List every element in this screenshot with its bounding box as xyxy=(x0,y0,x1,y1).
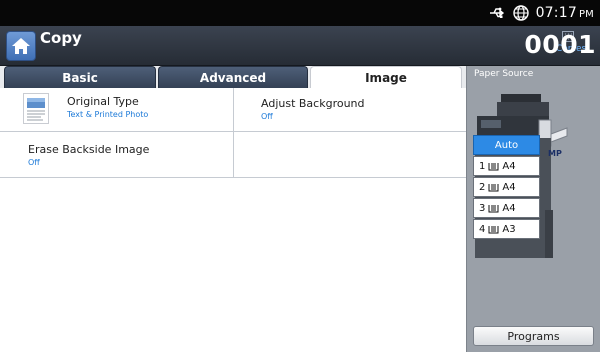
erase-backside-option[interactable]: Erase Backside Image Off xyxy=(0,132,234,178)
tray-2[interactable]: 2 A4 xyxy=(473,177,540,197)
adjust-background-option[interactable]: Adjust Background Off xyxy=(234,88,466,132)
tray-2-number: 2 xyxy=(479,181,486,193)
image-options-panel: Original Type Text & Printed Photo Adjus… xyxy=(0,88,466,352)
tray-3-number: 3 xyxy=(479,202,486,214)
network-globe-icon xyxy=(512,5,529,21)
tray-1[interactable]: 1 A4 xyxy=(473,156,540,176)
tray-1-number: 1 xyxy=(479,160,486,172)
mp-tray-badge: MP xyxy=(548,149,562,158)
paper-source-title: Paper Source xyxy=(474,69,534,79)
paper-source-panel: Paper Source MP Auto 1 A4 2 A4 3 A4 4 A3… xyxy=(466,66,600,352)
tab-advanced[interactable]: Advanced xyxy=(158,66,308,88)
title-bar: Copy Copies: 0001 xyxy=(0,26,600,66)
paper-tray-icon xyxy=(488,183,499,191)
tray-auto[interactable]: Auto xyxy=(473,135,540,155)
erase-backside-value: Off xyxy=(28,158,40,167)
tray-list: Auto 1 A4 2 A4 3 A4 4 A3 xyxy=(473,135,541,239)
original-type-option[interactable]: Original Type Text & Printed Photo xyxy=(0,88,234,132)
tray-4-number: 4 xyxy=(479,223,486,235)
paper-tray-icon xyxy=(488,162,499,170)
erase-backside-label: Erase Backside Image xyxy=(28,143,150,156)
page-title: Copy xyxy=(40,29,82,47)
original-type-label: Original Type xyxy=(67,95,139,108)
home-icon xyxy=(12,38,30,54)
tab-image[interactable]: Image xyxy=(310,66,462,88)
usb-icon xyxy=(489,7,504,18)
adjust-background-label: Adjust Background xyxy=(261,97,365,110)
clock-ampm: PM xyxy=(578,9,594,20)
tray-3-size: A4 xyxy=(502,202,516,214)
paper-tray-icon xyxy=(488,225,499,233)
tray-auto-label: Auto xyxy=(494,139,519,151)
tab-basic[interactable]: Basic xyxy=(4,66,156,88)
programs-button[interactable]: Programs xyxy=(473,326,594,346)
empty-option-cell xyxy=(234,132,466,178)
tray-2-size: A4 xyxy=(502,181,516,193)
clock-time: 07:17 xyxy=(535,5,577,21)
tray-4[interactable]: 4 A3 xyxy=(473,219,540,239)
status-bar: 07:17 PM xyxy=(0,0,600,26)
clock: 07:17 PM xyxy=(536,5,594,21)
copies-value[interactable]: 0001 xyxy=(524,30,596,59)
adjust-background-value: Off xyxy=(261,112,273,121)
tray-3[interactable]: 3 A4 xyxy=(473,198,540,218)
document-thumbnail-icon xyxy=(23,93,49,124)
status-area: 07:17 PM xyxy=(488,3,594,23)
tray-4-size: A3 xyxy=(502,223,516,235)
home-button[interactable] xyxy=(6,31,36,61)
tab-bar: Basic Advanced Image xyxy=(0,66,466,88)
tray-1-size: A4 xyxy=(502,160,516,172)
original-type-value: Text & Printed Photo xyxy=(67,110,149,119)
paper-tray-icon xyxy=(488,204,499,212)
